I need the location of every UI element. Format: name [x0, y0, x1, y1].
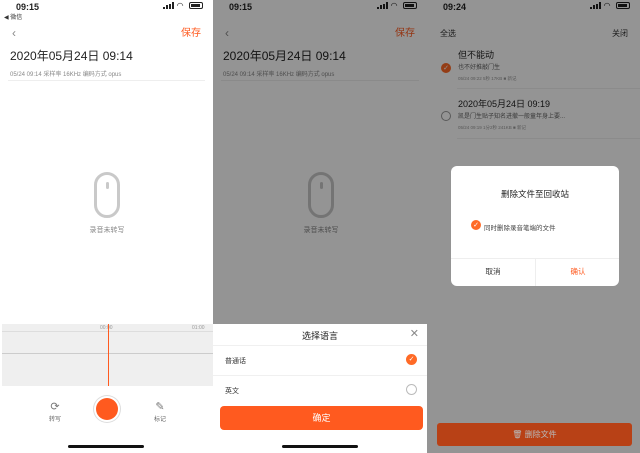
language-sheet: 选择语言 ✕ 普通话 ✓ 英文 确定 [213, 324, 427, 453]
back-to-app-link[interactable]: ◀ 微信 [4, 12, 22, 21]
timeline-tick: 01:00 [192, 325, 205, 331]
pin-icon: ✎ [155, 401, 165, 413]
cancel-button[interactable]: 取消 [451, 258, 535, 286]
dialog-option[interactable]: ✓ 同时删除录音笔端的文件 [471, 220, 556, 232]
mark-button[interactable]: ✎ 标记 [145, 400, 175, 423]
playhead-cursor[interactable] [108, 324, 109, 386]
language-option-english[interactable]: 英文 [225, 381, 417, 401]
language-option-mandarin[interactable]: 普通话 ✓ [225, 351, 417, 371]
confirm-button[interactable]: 确定 [220, 406, 423, 430]
timeline-tick: 00:00 [100, 325, 113, 331]
status-time: 09:15 [16, 2, 40, 12]
delete-confirm-dialog: 删除文件至回收站 ✓ 同时删除录音笔端的文件 取消 确认 [451, 166, 619, 286]
recording-meta: 05/24 09:14 采样率 16KHz 编码方式 opus [10, 72, 122, 78]
battery-icon [189, 2, 203, 9]
recording-detail-screen: 09:15 ◀ 微信 ◠ ‹ 保存 2020年05月24日 09:14 05/2… [0, 0, 213, 453]
close-icon[interactable]: ✕ [410, 327, 419, 340]
radio-checked-icon[interactable]: ✓ [406, 354, 417, 365]
confirm-delete-button[interactable]: 确认 [536, 258, 619, 286]
divider [213, 345, 427, 346]
empty-caption: 录音未转写 [89, 227, 125, 234]
sheet-title: 选择语言 [301, 331, 338, 341]
language-label: 英文 [225, 388, 239, 395]
checkbox-checked-icon[interactable]: ✓ [471, 220, 481, 230]
language-select-screen: 09:15 ◠ ‹ 保存 2020年05月24日 09:14 05/24 09:… [213, 0, 427, 453]
signal-icon [163, 2, 174, 9]
wifi-icon: ◠ [177, 1, 184, 10]
save-button[interactable]: 保存 [181, 24, 201, 39]
overlay-dim[interactable] [213, 0, 427, 324]
waveform-timeline[interactable]: 00:00 01:00 [2, 324, 213, 386]
overlay-dim [437, 423, 632, 446]
back-icon[interactable]: ‹ [12, 26, 16, 40]
language-label: 普通话 [225, 358, 246, 365]
recording-title: 2020年05月24日 09:14 [10, 49, 133, 63]
dialog-title: 删除文件至回收站 [500, 189, 569, 199]
mark-label: 标记 [153, 417, 166, 423]
record-button[interactable] [96, 398, 118, 420]
status-bar: 09:15 ◀ 微信 ◠ [0, 0, 213, 21]
home-indicator [282, 445, 358, 448]
dialog-option-label: 同时删除录音笔端的文件 [484, 225, 556, 232]
radio-unchecked-icon[interactable] [406, 384, 417, 395]
transcribe-icon: ⟳ [50, 401, 60, 413]
transcribe-button[interactable]: ⟳ 转写 [40, 400, 70, 423]
delete-files-screen: 09:24 ◠ 全选 关闭 ✓ 但不能动 也不好推敲门生 05/24 09:22… [427, 0, 640, 453]
divider [8, 80, 205, 81]
mic-icon [94, 172, 120, 218]
status-icons: ◠ [163, 1, 203, 10]
transcribe-label: 转写 [48, 417, 61, 423]
home-indicator [68, 445, 144, 448]
divider [213, 375, 427, 376]
